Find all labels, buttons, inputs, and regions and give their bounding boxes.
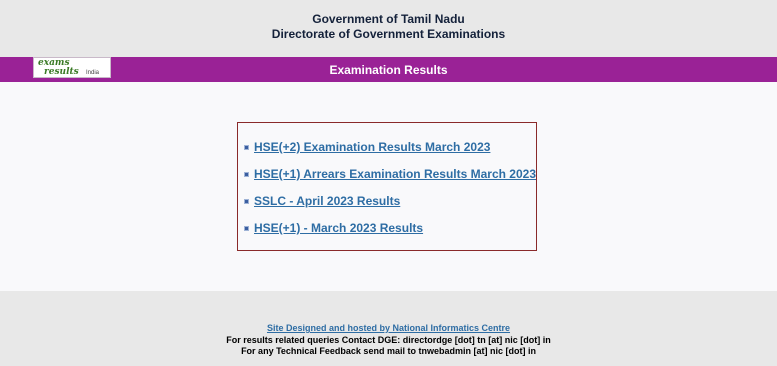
banner: exams results India Examination Results: [0, 57, 777, 82]
result-link-hse1-march-2023[interactable]: HSE(+1) - March 2023 Results: [254, 221, 423, 235]
footer-credit: Site Designed and hosted by National Inf…: [0, 323, 777, 333]
banner-title: Examination Results: [329, 63, 448, 77]
bullet-icon: [244, 172, 249, 177]
bullet-icon: [244, 145, 249, 150]
government-title: Government of Tamil Nadu: [312, 12, 465, 26]
result-link-sslc-april-2023[interactable]: SSLC - April 2023 Results: [254, 194, 400, 208]
results-box: HSE(+2) Examination Results March 2023 H…: [237, 122, 537, 251]
footer-feedback-text: For any Technical Feedback send mail to …: [241, 346, 536, 356]
footer-contact-text: For results related queries Contact DGE:…: [226, 335, 551, 345]
result-link-hse2-march-2023[interactable]: HSE(+2) Examination Results March 2023: [254, 140, 490, 154]
header: Government of Tamil Nadu Directorate of …: [0, 0, 777, 57]
nic-credit-link[interactable]: Site Designed and hosted by National Inf…: [267, 323, 510, 333]
directorate-title: Directorate of Government Examinations: [271, 27, 506, 41]
bullet-icon: [244, 226, 249, 231]
result-link-hse1-arrears-march-2023[interactable]: HSE(+1) Arrears Examination Results Marc…: [254, 167, 536, 181]
page: Government of Tamil Nadu Directorate of …: [0, 0, 777, 366]
bullet-icon: [244, 199, 249, 204]
footer: Site Designed and hosted by National Inf…: [0, 291, 777, 366]
